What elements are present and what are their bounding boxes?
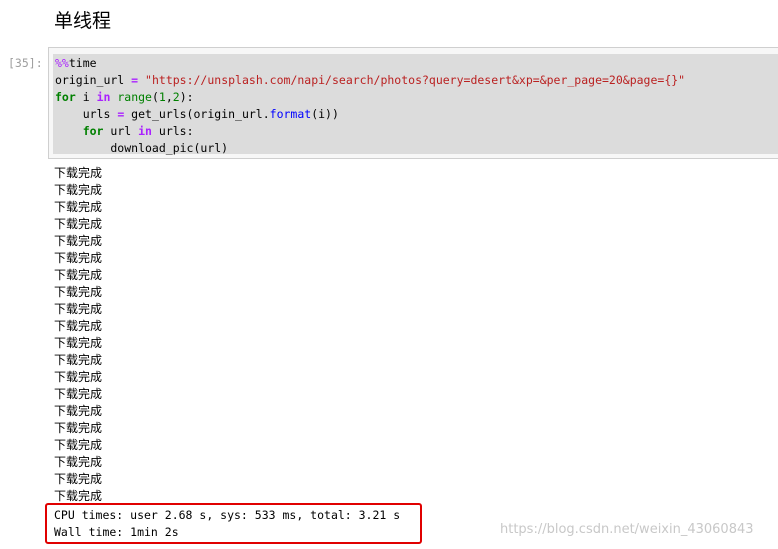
- output-line: 下载完成: [54, 234, 103, 248]
- output-line: 下载完成: [54, 370, 103, 384]
- code-line: for url in urls:: [82, 124, 194, 138]
- output-line: 下载完成: [54, 302, 103, 316]
- cpu-times-line: CPU times: user 2.68 s, sys: 533 ms, tot…: [54, 508, 401, 522]
- cell-prompt: [35]:: [8, 56, 43, 70]
- cell-output: 下载完成 下载完成 下载完成 下载完成 下载完成 下载完成 下载完成 下载完成 下载完成 下载完成…: [54, 165, 102, 505]
- output-line: 下载完成: [54, 336, 103, 350]
- output-line: 下载完成: [54, 353, 103, 367]
- output-line: 下载完成: [54, 200, 103, 214]
- code-editor[interactable]: %%time origin_url = "https://unsplash.com…: [55, 55, 685, 157]
- output-line: 下载完成: [54, 387, 103, 401]
- code-line: %%time: [55, 56, 97, 70]
- watermark-text: https://blog.csdn.net/weixin_43060843: [500, 522, 754, 537]
- code-cell[interactable]: %%time origin_url = "https://unsplash.com…: [48, 47, 778, 159]
- code-line: origin_url = "https://unsplash.com/napi/…: [55, 73, 686, 87]
- timing-output: CPU times: user 2.68 s, sys: 533 ms, tot…: [54, 507, 400, 541]
- output-line: 下载完成: [54, 166, 103, 180]
- output-line: 下载完成: [54, 251, 103, 265]
- notebook-page: 单线程 [35]: %%time origin_url = "https://un…: [0, 0, 778, 549]
- section-heading: 单线程: [54, 10, 112, 32]
- code-line: download_pic(url): [55, 141, 229, 155]
- output-line: 下载完成: [54, 455, 103, 469]
- output-line: 下载完成: [54, 438, 103, 452]
- output-line: 下载完成: [54, 285, 103, 299]
- wall-time-line: Wall time: 1min 2s: [54, 525, 179, 539]
- output-line: 下载完成: [54, 472, 103, 486]
- output-line: 下载完成: [54, 319, 103, 333]
- output-line: 下载完成: [54, 404, 103, 418]
- code-line: urls = get_urls(origin_url.format(i)): [55, 107, 339, 121]
- output-line: 下载完成: [54, 217, 103, 231]
- code-line: for i in range(1,2):: [55, 90, 194, 104]
- output-line: 下载完成: [54, 183, 103, 197]
- output-line: 下载完成: [54, 421, 103, 435]
- output-line: 下载完成: [54, 268, 103, 282]
